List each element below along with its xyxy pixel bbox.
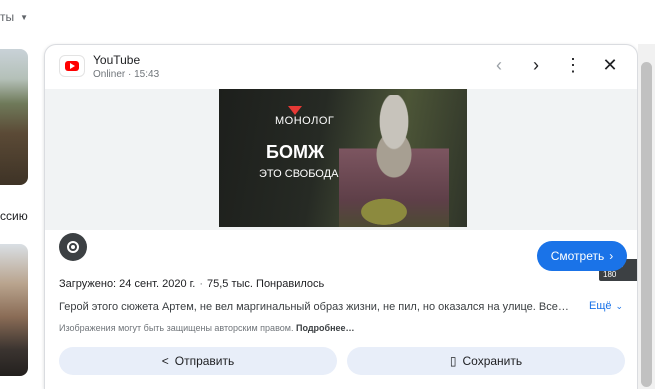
watch-button[interactable]: Смотреть › <box>537 241 627 271</box>
video-thumbnail[interactable]: МОНОЛОГ БОМЖ ЭТО СВОБОДА <box>219 89 467 227</box>
more-vert-icon: ⋮ <box>564 54 582 75</box>
thumbnail-plant <box>344 189 424 227</box>
close-button[interactable]: ✕ <box>598 53 622 77</box>
caret-down-icon: ▼ <box>20 13 29 22</box>
expand-more-icon: ⌄ <box>615 301 624 311</box>
scrollbar[interactable] <box>638 44 655 389</box>
prev-button[interactable]: ‹ <box>487 53 511 77</box>
channel-logo: МОНОЛОГ <box>275 106 334 127</box>
upload-meta: Загружено: 24 сент. 2020 г. · 75,5 тыс. По… <box>59 278 325 290</box>
site-name[interactable]: YouTube <box>93 53 140 67</box>
youtube-logo-icon <box>59 55 85 77</box>
result-thumbnail[interactable] <box>0 244 28 376</box>
lens-icon <box>67 241 79 253</box>
chevron-left-icon: ‹ <box>496 54 502 75</box>
save-button[interactable]: ▯ Сохранить <box>347 347 625 375</box>
lens-search-button[interactable] <box>59 233 87 261</box>
close-icon: ✕ <box>602 54 618 75</box>
learn-more-link[interactable]: Подробнее… <box>296 323 355 333</box>
video-description: Герой этого сюжета Артем, не вел маргина… <box>59 301 569 313</box>
next-button[interactable]: › <box>524 53 548 77</box>
share-button[interactable]: < Отправить <box>59 347 337 375</box>
more-label: Ещё <box>589 300 612 312</box>
watch-label: Смотреть <box>550 249 605 263</box>
expand-description-link[interactable]: Ещё ⌄ <box>589 300 623 312</box>
bookmark-icon: ▯ <box>449 354 457 368</box>
share-icon: < <box>161 354 169 368</box>
panel-header: YouTube Onliner · 15:43 ‹ › ⋮ ✕ <box>45 45 637 89</box>
chevron-right-icon: › <box>533 54 539 75</box>
likes-count: 75,5 тыс. Понравилось <box>207 278 325 290</box>
share-label: Отправить <box>174 354 235 368</box>
image-preview-area: МОНОЛОГ БОМЖ ЭТО СВОБОДА 320 × 180 <box>45 89 637 281</box>
search-results-page: ты ▼ ссию YouTube Onliner · 15:43 ‹ › ⋮ ✕… <box>0 0 655 389</box>
more-options-button[interactable]: ⋮ <box>561 53 585 77</box>
chevron-right-small-icon: › <box>609 249 614 263</box>
upload-date: Загружено: 24 сент. 2020 г. <box>59 278 196 290</box>
thumbnail-title: БОМЖ <box>266 142 325 162</box>
copyright-notice: Изображения могут быть защищены авторски… <box>59 323 355 333</box>
thumbnail-subtitle: ЭТО СВОБОДА <box>259 168 339 180</box>
site-meta: Onliner · 15:43 <box>93 69 160 80</box>
scrollbar-thumb[interactable] <box>641 62 652 387</box>
filter-label: ты <box>0 10 15 24</box>
result-caption[interactable]: ссию <box>0 209 28 223</box>
result-thumbnail[interactable] <box>0 49 28 185</box>
preview-panel: YouTube Onliner · 15:43 ‹ › ⋮ ✕ МОНОЛОГ … <box>44 44 638 389</box>
filter-dropdown[interactable]: ты ▼ <box>0 10 28 24</box>
save-label: Сохранить <box>462 354 523 368</box>
